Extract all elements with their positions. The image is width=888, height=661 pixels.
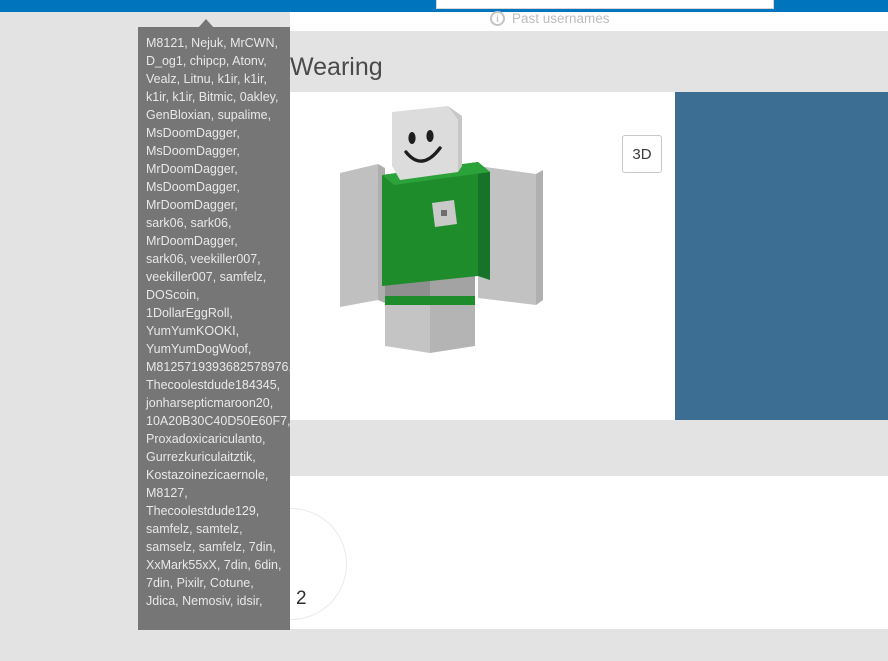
friends-card: 2 xyxy=(235,476,888,629)
search-input[interactable] xyxy=(436,0,774,9)
footer-band xyxy=(290,629,888,661)
content-spacer-band xyxy=(290,420,888,476)
view-3d-button[interactable]: 3D xyxy=(622,135,662,173)
info-icon[interactable]: i xyxy=(490,11,505,26)
profile-header-strip: i Past usernames xyxy=(290,11,888,31)
past-usernames-label[interactable]: Past usernames xyxy=(512,11,610,26)
profile-content-column: Wearing 3D 2 xyxy=(235,31,888,661)
count-badge: 2 xyxy=(296,588,307,609)
past-usernames-tooltip: M8121, Nejuk, MrCWN, D_og1, chipcp, Aton… xyxy=(138,27,290,630)
page-title: Wearing xyxy=(290,53,383,81)
top-navigation-bar xyxy=(0,0,888,12)
avatar-card: 3D xyxy=(290,92,675,420)
side-blue-panel xyxy=(675,92,888,420)
tooltip-text: M8121, Nejuk, MrCWN, D_og1, chipcp, Aton… xyxy=(146,36,290,608)
avatar-render[interactable] xyxy=(330,100,570,400)
